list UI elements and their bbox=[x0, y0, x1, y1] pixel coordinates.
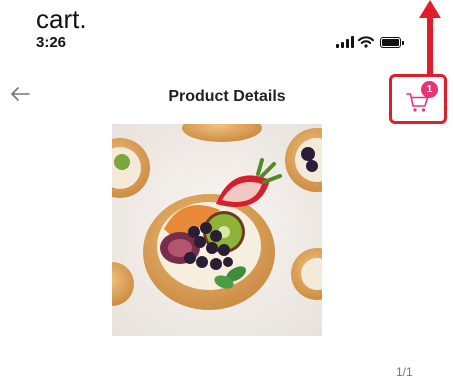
battery-icon bbox=[380, 37, 404, 48]
status-icons bbox=[336, 34, 404, 48]
status-time: 3:26 bbox=[36, 34, 67, 51]
cart-button[interactable]: 1 bbox=[389, 74, 447, 124]
signal-icon bbox=[336, 36, 354, 48]
page-title: Product Details bbox=[168, 88, 286, 105]
cart-badge: 1 bbox=[421, 81, 438, 98]
product-image bbox=[112, 124, 322, 336]
image-counter: 1/1 bbox=[396, 365, 413, 379]
wifi-icon bbox=[358, 36, 374, 48]
up-arrow-icon bbox=[419, 0, 441, 82]
caption-text: cart. bbox=[36, 4, 87, 34]
